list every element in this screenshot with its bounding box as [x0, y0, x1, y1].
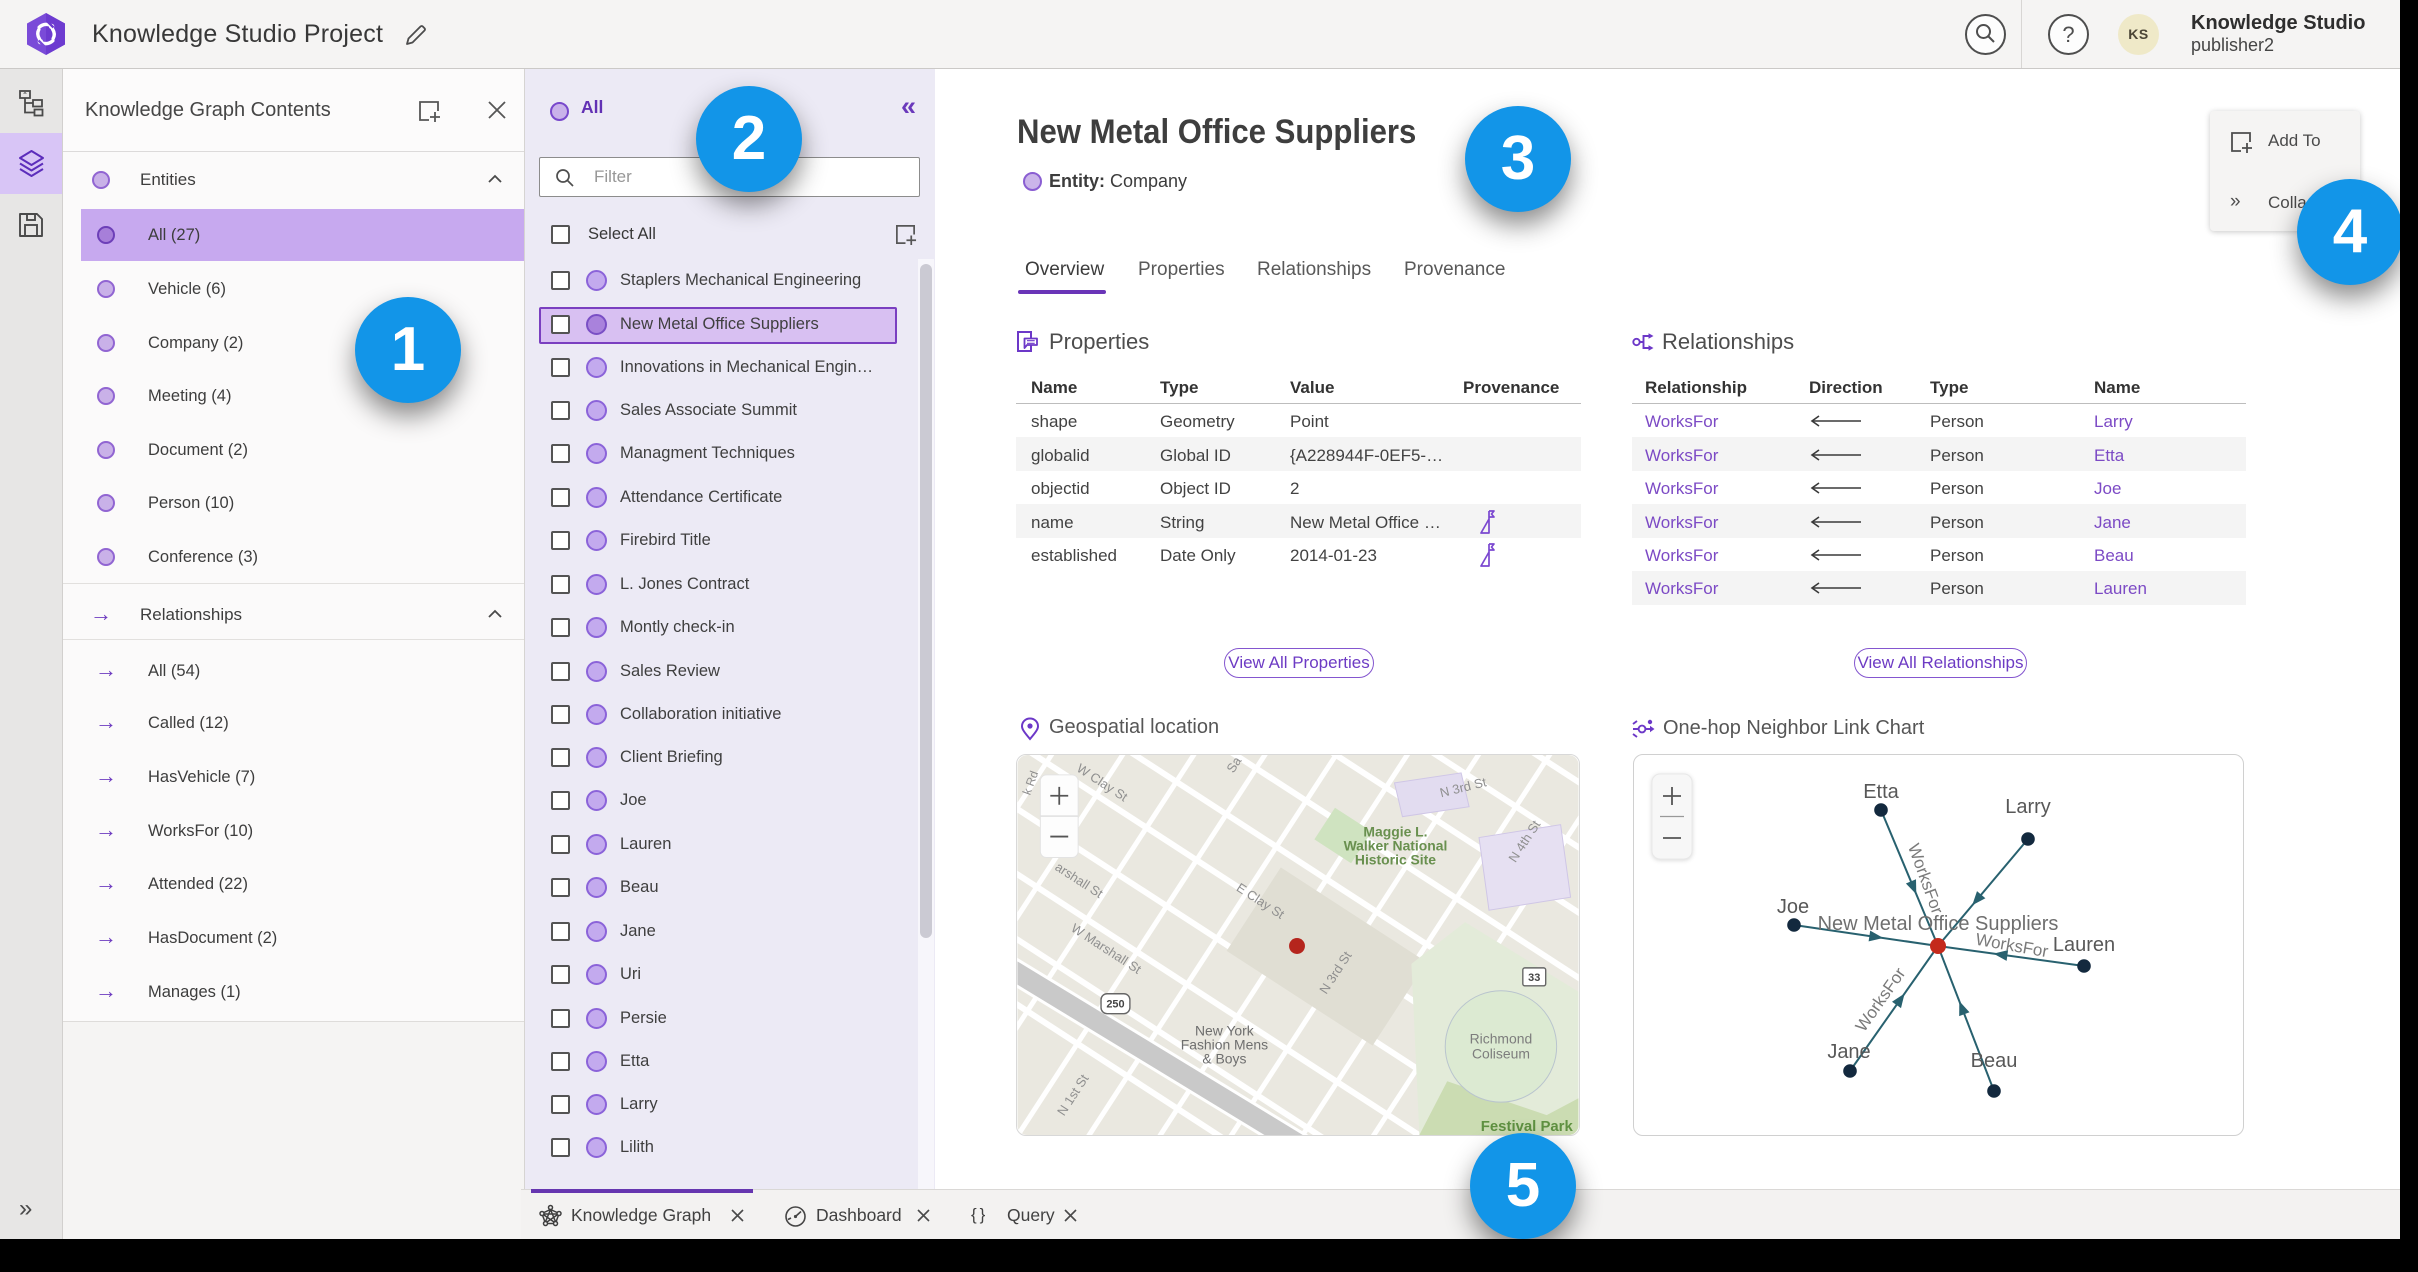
svg-text:Joe: Joe: [1777, 896, 1809, 918]
svg-text:Jane: Jane: [1827, 1041, 1870, 1063]
svg-text:New Metal Office Suppliers: New Metal Office Suppliers: [1818, 913, 2059, 935]
svg-text:33: 33: [1528, 972, 1540, 984]
svg-text:& Boys: & Boys: [1202, 1050, 1246, 1066]
svg-text:Historic Site: Historic Site: [1355, 851, 1436, 867]
svg-text:Larry: Larry: [2005, 796, 2051, 818]
svg-text:250: 250: [1106, 999, 1124, 1011]
svg-text:Beau: Beau: [1971, 1050, 2018, 1072]
svg-text:Richmond: Richmond: [1470, 1030, 1533, 1046]
svg-text:Coliseum: Coliseum: [1472, 1045, 1530, 1061]
svg-text:Lauren: Lauren: [2053, 934, 2115, 956]
svg-text:Etta: Etta: [1863, 781, 1899, 803]
